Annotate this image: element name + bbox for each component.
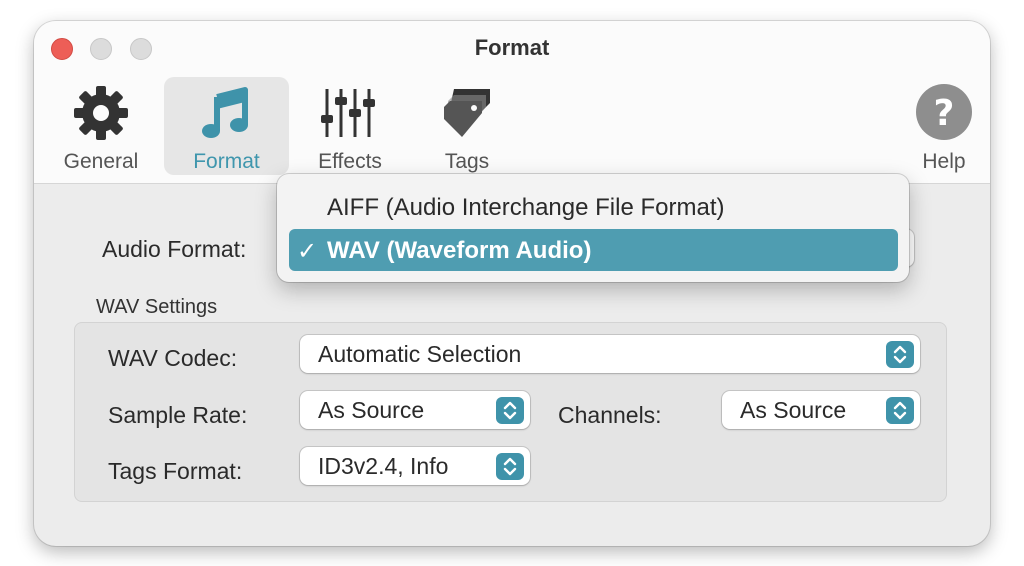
- window-title: Format: [474, 35, 550, 60]
- chevron-updown-icon: [496, 453, 524, 480]
- toolbar: Format General Format Effects Tags ? Hel…: [34, 21, 990, 184]
- menu-item-label: WAV (Waveform Audio): [327, 237, 592, 264]
- help-label: Help: [922, 150, 966, 173]
- checkmark-icon: ✓: [297, 238, 318, 265]
- chevron-updown-icon: [496, 397, 524, 424]
- help-button[interactable]: ? Help: [900, 77, 988, 175]
- toolbar-item-general[interactable]: General: [42, 77, 160, 175]
- wav-codec-label: WAV Codec:: [108, 345, 238, 371]
- gear-icon: [73, 85, 129, 146]
- svg-text:?: ?: [934, 93, 955, 134]
- chevron-updown-icon: [886, 341, 914, 368]
- channels-value: As Source: [740, 397, 847, 423]
- wav-codec-popup[interactable]: Automatic Selection: [300, 335, 920, 373]
- sample-rate-value: As Source: [318, 397, 425, 423]
- toolbar-item-format[interactable]: Format: [164, 77, 289, 175]
- wav-codec-value: Automatic Selection: [318, 341, 522, 367]
- tag-icon: [440, 85, 494, 146]
- preferences-window: Format General Format Effects Tags ? Hel…: [34, 21, 990, 546]
- menu-item-wav[interactable]: ✓ WAV (Waveform Audio): [289, 229, 898, 271]
- toolbar-item-label: Effects: [318, 150, 382, 173]
- chevron-updown-icon: [886, 397, 914, 424]
- menu-item-label: AIFF (Audio Interchange File Format): [327, 194, 725, 221]
- music-note-icon: [200, 85, 254, 146]
- channels-label: Channels:: [558, 402, 662, 428]
- toolbar-item-label: Format: [193, 150, 260, 173]
- wav-settings-title: WAV Settings: [96, 296, 218, 318]
- menu-item-aiff[interactable]: AIFF (Audio Interchange File Format): [289, 186, 898, 228]
- audio-format-menu: AIFF (Audio Interchange File Format) ✓ W…: [277, 174, 909, 282]
- tags-format-popup[interactable]: ID3v2.4, Info: [300, 447, 530, 485]
- toolbar-item-label: Tags: [444, 150, 490, 173]
- audio-format-label: Audio Format:: [102, 236, 247, 262]
- toolbar-item-label: General: [63, 150, 139, 173]
- sample-rate-label: Sample Rate:: [108, 402, 248, 428]
- sliders-icon: [320, 85, 380, 146]
- toolbar-item-tags[interactable]: Tags: [414, 77, 520, 175]
- tags-format-value: ID3v2.4, Info: [318, 453, 449, 479]
- toolbar-item-effects[interactable]: Effects: [296, 77, 404, 175]
- channels-popup[interactable]: As Source: [722, 391, 920, 429]
- tags-format-label: Tags Format:: [108, 458, 243, 484]
- sample-rate-popup[interactable]: As Source: [300, 391, 530, 429]
- help-icon: ?: [915, 83, 973, 146]
